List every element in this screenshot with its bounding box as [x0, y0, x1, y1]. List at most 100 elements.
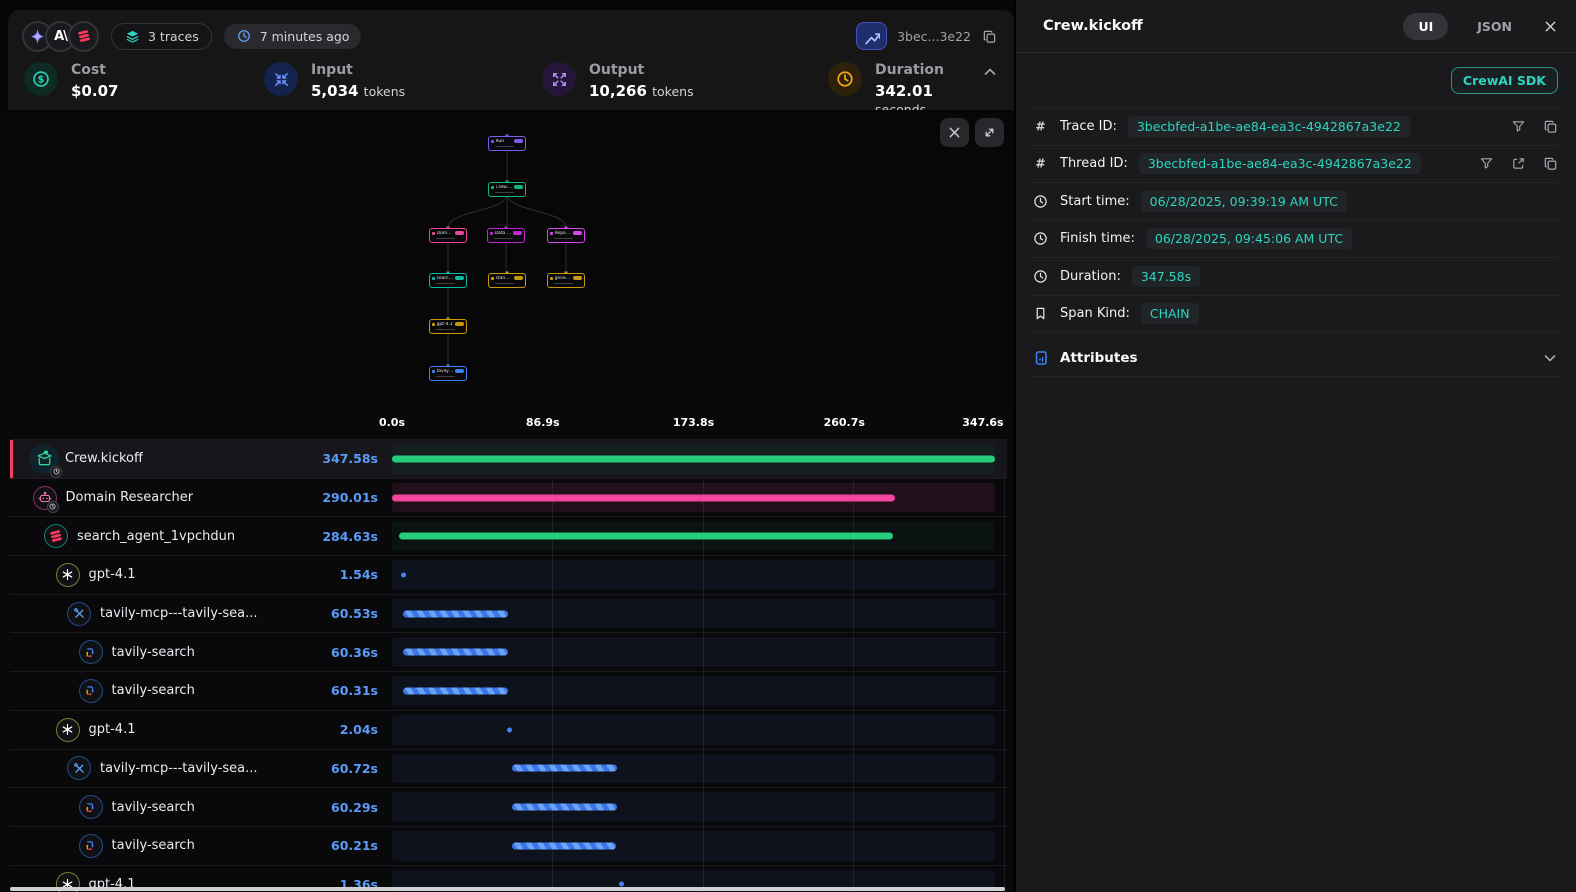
graph-node[interactable]: Crew.kickoff: [488, 182, 526, 197]
field-span-kind: Span Kind: CHAIN: [1032, 296, 1558, 334]
span-row-tavily-search[interactable]: tavily-search 60.21s: [10, 826, 1007, 865]
field-label: Trace ID:: [1060, 119, 1117, 134]
arrows-in-icon: [264, 62, 298, 96]
node-type-icon: [550, 277, 553, 280]
node-label: Run: [496, 139, 513, 144]
field-label: Duration:: [1060, 269, 1121, 284]
close-panel-icon[interactable]: [1543, 19, 1558, 34]
graph-node[interactable]: Run: [488, 136, 526, 151]
duration-track: [392, 831, 995, 861]
tavily-icon: [79, 795, 103, 819]
attributes-label: Attributes: [1060, 350, 1138, 366]
span-duration: 284.63s: [322, 529, 392, 544]
graph-node[interactable]: Data Analyst: [487, 228, 525, 243]
span-row-tavily-search[interactable]: tavily-search 60.36s: [10, 632, 1007, 671]
graph-node[interactable]: tavily-search: [429, 366, 467, 381]
node-type-icon: [491, 186, 494, 189]
scale-logo-avatar[interactable]: [68, 21, 99, 52]
axis-tick: 86.9s: [526, 416, 560, 429]
axis-tick: 347.6s: [962, 416, 1003, 429]
field-start-time: Start time: 06/28/2025, 09:39:19 AM UTC: [1032, 183, 1558, 221]
axis-tick: 173.8s: [673, 416, 714, 429]
span-duration: 290.01s: [322, 490, 392, 505]
openai-icon: [56, 718, 80, 742]
copy-icon[interactable]: [981, 29, 998, 44]
copy-icon[interactable]: [1543, 119, 1558, 134]
span-row-gpt-4.1[interactable]: gpt-4.1 2.04s: [10, 710, 1007, 749]
timeline-axis: 0.0s86.9s173.8s260.7s347.6s: [392, 405, 995, 439]
span-detail-panel: Crew.kickoff UI JSON CrewAI SDK # Trace …: [1014, 0, 1576, 892]
clock-amber-icon: [828, 62, 862, 96]
tab-ui[interactable]: UI: [1403, 13, 1448, 40]
span-name: Domain Researcher: [66, 490, 194, 505]
sdk-badge-row: CrewAI SDK: [1032, 67, 1558, 94]
chevron-down-icon[interactable]: [1542, 350, 1558, 366]
node-label: generate_&_pre…: [555, 276, 572, 281]
filter-icon[interactable]: [1479, 156, 1494, 171]
tab-json[interactable]: JSON: [1477, 19, 1512, 34]
graph-expand-button[interactable]: [975, 118, 1004, 147]
horizontal-scrollbar[interactable]: [10, 887, 1005, 891]
attributes-row[interactable]: Attributes: [1032, 339, 1558, 377]
traces-count-badge[interactable]: 3 traces: [111, 23, 212, 50]
node-badge: [514, 139, 523, 143]
node-badge: [455, 231, 464, 235]
duration-bar: [403, 610, 508, 617]
clock-icon: [1032, 194, 1049, 209]
field-value: 3becbfed-a1be-ae84-ea3c-4942867a3e22: [1128, 116, 1410, 137]
graph-node[interactable]: Domain Resear…: [429, 228, 467, 243]
filter-icon[interactable]: [1511, 119, 1526, 134]
metric-label: Output: [589, 62, 694, 79]
span-row-tavily-search[interactable]: tavily-search 60.29s: [10, 787, 1007, 826]
trace-id-short: 3bec...3e22: [897, 29, 971, 44]
span-name: gpt-4.1: [89, 722, 136, 737]
span-row-domain-researcher[interactable]: Domain Researcher 290.01s: [10, 478, 1007, 517]
expand-icon: [981, 125, 998, 140]
span-name: tavily-mcp---tavily-sea...: [100, 606, 258, 621]
copy-icon[interactable]: [1543, 156, 1558, 171]
span-row-tavily-mcp-tavily-sea...[interactable]: tavily-mcp---tavily-sea... 60.72s: [10, 749, 1007, 788]
node-subtext: [495, 146, 514, 148]
span-row-tavily-mcp-tavily-sea...[interactable]: tavily-mcp---tavily-sea... 60.53s: [10, 594, 1007, 633]
trace-graph-canvas[interactable]: Run Crew.kickoff Domain Resear… Data Ana…: [0, 110, 1014, 405]
duration-bar: [392, 455, 995, 462]
field-label: Start time:: [1060, 194, 1130, 209]
trend-chart-button[interactable]: [856, 22, 887, 50]
metric-label: Cost: [71, 62, 118, 79]
graph-node[interactable]: generate_&_pre…: [547, 273, 585, 288]
clock-icon: [1032, 231, 1049, 246]
span-name: tavily-search: [112, 838, 195, 853]
span-duration: 60.31s: [331, 683, 392, 698]
node-badge: [573, 276, 582, 280]
duration-track: [392, 754, 995, 784]
span-row-crew.kickoff[interactable]: Crew.kickoff 347.58s: [10, 439, 1007, 478]
openai-icon: [56, 563, 80, 587]
external-icon[interactable]: [1511, 156, 1526, 171]
span-row-search-agent-1vpchdun[interactable]: search_agent_1vpchdun 284.63s: [10, 516, 1007, 555]
metric-value: 10,266 tokens: [589, 82, 694, 100]
trace-summary-header: A\ 3 traces 7 minutes ago 3bec...3e22: [8, 10, 1014, 110]
node-label: tavily-search: [437, 369, 454, 374]
close-icon: [946, 125, 963, 140]
span-duration: 60.21s: [331, 838, 392, 853]
span-duration: 1.54s: [340, 567, 392, 582]
graph-node[interactable]: standard_&_res…: [488, 273, 526, 288]
graph-node[interactable]: gpt-4.1: [429, 319, 467, 334]
chevron-up-icon[interactable]: [982, 64, 998, 84]
node-type-icon: [491, 140, 494, 143]
graph-node[interactable]: search_agen…: [429, 273, 467, 288]
field-value: 347.58s: [1132, 266, 1200, 287]
field-value: 3becbfed-a1be-ae84-ea3c-4942867a3e22: [1139, 153, 1421, 174]
span-row-gpt-4.1[interactable]: gpt-4.1 1.54s: [10, 555, 1007, 594]
scale-logo-icon: [75, 28, 92, 44]
node-badge: [514, 185, 523, 189]
tavily-icon: [79, 834, 103, 858]
graph-node[interactable]: Report Writer: [547, 228, 585, 243]
span-row-tavily-search[interactable]: tavily-search 60.31s: [10, 671, 1007, 710]
metric-value: 5,034 tokens: [311, 82, 405, 100]
field-label: Thread ID:: [1060, 156, 1128, 171]
clock-badge-icon: [47, 501, 59, 513]
node-label: Data Analyst: [495, 231, 512, 236]
graph-close-button[interactable]: [940, 118, 969, 147]
metrics-row: $ Cost $0.07 Input 5,034 tokens Output 1…: [8, 56, 1014, 118]
